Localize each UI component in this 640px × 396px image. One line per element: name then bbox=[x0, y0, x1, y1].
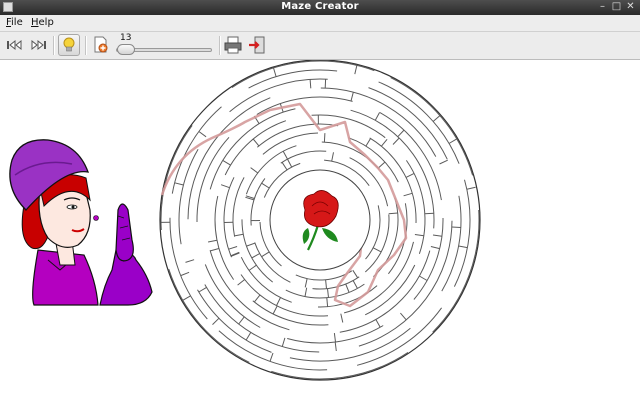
new-maze-button[interactable] bbox=[90, 34, 112, 56]
maze-wall-radial bbox=[452, 227, 461, 228]
new-maze-icon bbox=[90, 34, 112, 56]
toolbar-separator bbox=[219, 36, 221, 55]
complexity-value: 13 bbox=[120, 33, 131, 43]
previous-maze-button[interactable] bbox=[4, 34, 26, 56]
complexity-slider[interactable]: 13 bbox=[116, 38, 212, 58]
print-icon bbox=[222, 34, 244, 56]
maze-wall-radial bbox=[324, 133, 325, 142]
toolbar bbox=[0, 32, 640, 60]
window-title: Maze Creator bbox=[0, 1, 640, 12]
toolbar-separator bbox=[53, 36, 55, 55]
maze-wall-radial bbox=[425, 213, 434, 214]
lightbulb-icon bbox=[59, 35, 79, 55]
menu-help[interactable]: Help bbox=[31, 17, 54, 28]
maze-wall-radial bbox=[310, 79, 311, 88]
title-bar: Maze Creator – □ ✕ bbox=[0, 0, 640, 15]
woman-illustration bbox=[10, 140, 152, 305]
skip-back-icon bbox=[4, 34, 26, 56]
toolbar-separator bbox=[85, 36, 87, 55]
next-maze-button[interactable] bbox=[27, 34, 49, 56]
minimize-icon[interactable]: – bbox=[596, 1, 609, 13]
maze-canvas[interactable] bbox=[0, 60, 640, 393]
print-button[interactable] bbox=[222, 34, 244, 56]
show-solution-toggle[interactable] bbox=[58, 34, 80, 56]
skip-forward-icon bbox=[27, 34, 49, 56]
menu-file[interactable]: File bbox=[6, 17, 23, 28]
exit-button[interactable] bbox=[246, 34, 268, 56]
exit-icon bbox=[246, 34, 268, 56]
menu-bar: File Help bbox=[0, 15, 640, 32]
slider-thumb[interactable] bbox=[117, 44, 135, 55]
maximize-icon[interactable]: □ bbox=[610, 1, 623, 13]
close-icon[interactable]: ✕ bbox=[624, 1, 637, 13]
